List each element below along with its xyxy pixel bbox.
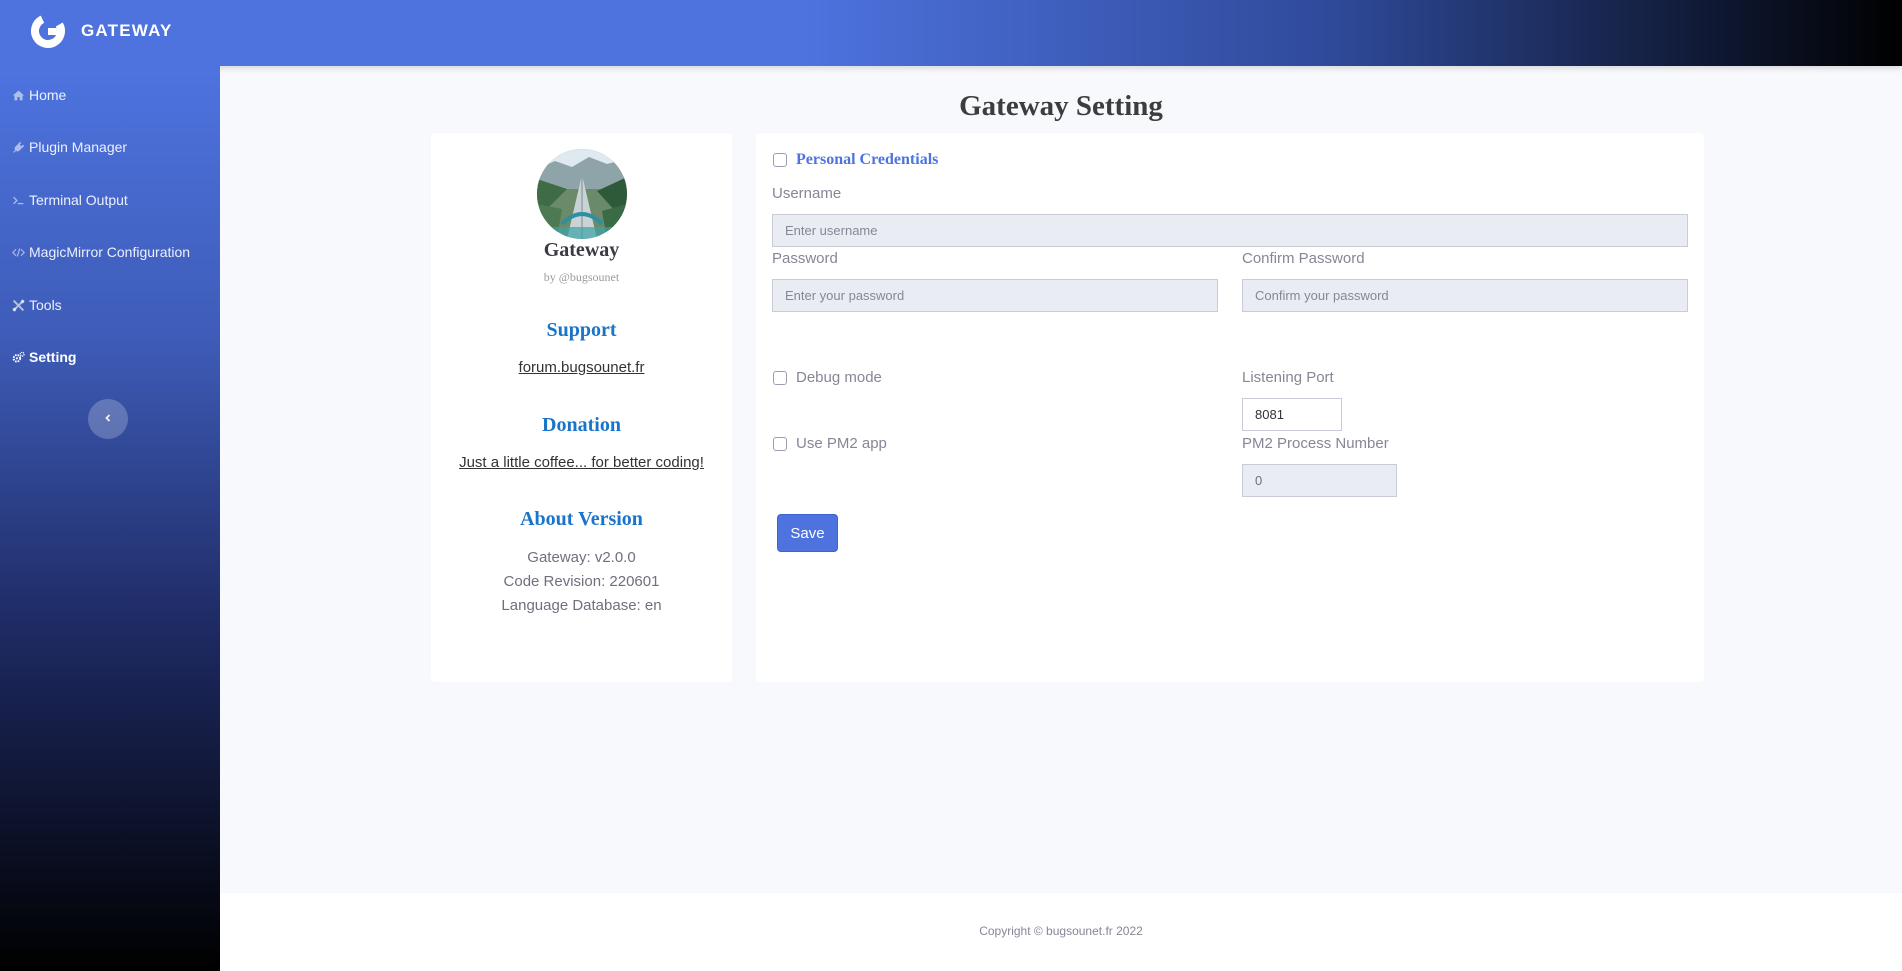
confirm-password-input[interactable] (1242, 279, 1688, 312)
settings-card: Personal Credentials Username Password C… (756, 133, 1704, 682)
tools-icon (12, 299, 25, 312)
cogs-icon (12, 351, 25, 364)
revision-text: Code Revision: 220601 (503, 573, 660, 590)
sidebar-item-label: Terminal Output (29, 192, 128, 208)
debug-mode-checkbox[interactable] (773, 371, 787, 385)
sidebar-item-terminal-output[interactable]: Terminal Output (12, 189, 128, 211)
sidebar-item-magicmirror-configuration[interactable]: MagicMirror Configuration (12, 241, 190, 263)
brand[interactable]: GATEWAY (30, 13, 173, 49)
footer: Copyright © bugsounet.fr 2022 (220, 893, 1902, 971)
donation-link[interactable]: Just a little coffee... for better codin… (431, 454, 732, 471)
donation-heading: Donation (542, 414, 621, 436)
sidebar-item-label: Plugin Manager (29, 139, 128, 155)
password-label: Password (772, 250, 838, 267)
save-button[interactable]: Save (777, 514, 838, 552)
sidebar-item-label: Home (29, 87, 67, 103)
code-icon (12, 246, 25, 259)
sidebar-item-setting[interactable]: Setting (12, 346, 76, 368)
listening-port-input[interactable] (1242, 398, 1342, 431)
sidebar-item-label: Tools (29, 297, 62, 313)
home-icon (12, 89, 25, 102)
topbar: GATEWAY (0, 0, 1902, 66)
profile-name: Gateway (543, 239, 620, 261)
g-logo-icon (30, 13, 66, 49)
support-heading: Support (546, 319, 617, 341)
version-text: Gateway: v2.0.0 (527, 549, 636, 566)
personal-credentials-label: Personal Credentials (796, 151, 939, 168)
language-text: Language Database: en (501, 597, 662, 614)
copyright-text: Copyright © bugsounet.fr 2022 (979, 924, 1143, 938)
sidebar-item-label: Setting (29, 349, 77, 365)
listening-port-label: Listening Port (1242, 369, 1334, 386)
use-pm2-label: Use PM2 app (796, 435, 887, 452)
plug-icon (12, 141, 25, 154)
username-input[interactable] (772, 214, 1688, 247)
personal-credentials-checkbox[interactable] (773, 153, 787, 167)
support-link[interactable]: forum.bugsounet.fr (431, 359, 732, 376)
confirm-password-label: Confirm Password (1242, 250, 1365, 267)
password-input[interactable] (772, 279, 1218, 312)
sidebar-item-home[interactable]: Home (12, 84, 66, 106)
sidebar-item-tools[interactable]: Tools (12, 294, 62, 316)
pm2-process-number-label: PM2 Process Number (1242, 435, 1389, 452)
sidebar-collapse-button[interactable] (88, 399, 128, 439)
avatar (537, 149, 627, 239)
page-title: Gateway Setting (959, 90, 1163, 122)
use-pm2-checkbox[interactable] (773, 437, 787, 451)
username-label: Username (772, 185, 842, 202)
profile-author: by @bugsounet (543, 270, 620, 284)
sidebar-item-label: MagicMirror Configuration (29, 244, 191, 260)
sidebar-item-plugin-manager[interactable]: Plugin Manager (12, 136, 127, 158)
terminal-icon (12, 194, 25, 207)
chevron-left-icon (103, 410, 113, 428)
sidebar: Home Plugin Manager Terminal Output Magi… (0, 66, 220, 971)
pm2-process-number-input[interactable] (1242, 464, 1397, 497)
profile-card: Gateway by @bugsounet Support forum.bugs… (431, 133, 732, 682)
about-version-heading: About Version (520, 508, 643, 530)
brand-name: GATEWAY (81, 21, 173, 40)
debug-mode-label: Debug mode (796, 369, 882, 386)
